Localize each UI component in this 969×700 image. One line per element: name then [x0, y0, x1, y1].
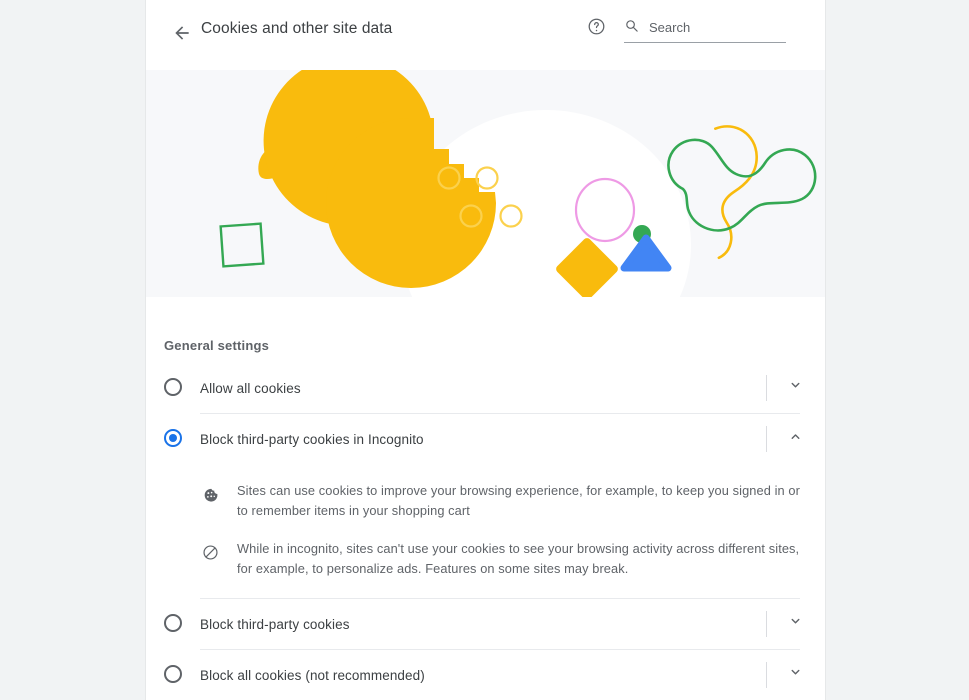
search-input[interactable]	[649, 20, 779, 35]
settings-page: Cookies and other site data Search Gener…	[0, 0, 969, 700]
row-separator	[766, 375, 767, 401]
page-header: Cookies and other site data	[146, 0, 825, 70]
search-icon	[624, 18, 639, 38]
row-separator	[766, 662, 767, 688]
detail-text: While in incognito, sites can't use your…	[237, 541, 800, 576]
chevron-up-icon	[787, 428, 804, 450]
help-button[interactable]	[580, 13, 612, 45]
chevron-down-icon	[787, 377, 804, 399]
row-separator	[766, 611, 767, 637]
detail-item: While in incognito, sites can't use your…	[146, 530, 825, 588]
option-label: Block third-party cookies in Incognito	[200, 431, 424, 447]
illustration-svg	[219, 70, 817, 297]
detail-item: Sites can use cookies to improve your br…	[146, 472, 825, 530]
option-allow-all-cookies[interactable]: Allow all cookies	[146, 363, 825, 413]
radio-dot-icon	[169, 434, 177, 442]
expand-button-allow-all-cookies[interactable]	[779, 372, 811, 404]
section-title: General settings	[164, 338, 270, 353]
option-block-all-cookies[interactable]: Block all cookies (not recommended)	[146, 650, 825, 700]
collapse-button-block-third-party-incognito[interactable]	[779, 423, 811, 455]
radio-allow-all-cookies[interactable]	[164, 378, 184, 398]
radio-block-third-party-incognito[interactable]	[164, 429, 184, 449]
row-separator	[766, 426, 767, 452]
expand-button-block-third-party-cookies[interactable]	[779, 608, 811, 640]
option-label: Block third-party cookies	[200, 616, 350, 632]
page-title: Cookies and other site data	[201, 20, 393, 37]
green-square	[219, 222, 265, 268]
radio-ring-icon	[164, 665, 182, 683]
cookie-icon	[200, 486, 220, 503]
detail-text: Sites can use cookies to improve your br…	[237, 483, 801, 518]
option-label: Allow all cookies	[200, 380, 301, 396]
option-details-block-third-party-incognito: Sites can use cookies to improve your br…	[146, 464, 825, 598]
search-field[interactable]	[624, 13, 786, 43]
block-icon	[200, 544, 220, 561]
general-settings-section: General settings Allow all cookies Block…	[146, 297, 825, 700]
help-circle-icon	[587, 17, 606, 41]
radio-ring-icon	[164, 614, 182, 632]
settings-card: Cookies and other site data Search Gener…	[146, 0, 825, 700]
chevron-down-icon	[787, 613, 804, 635]
radio-ring-icon	[164, 378, 182, 396]
expand-button-block-all-cookies[interactable]	[779, 659, 811, 691]
chevron-down-icon	[787, 664, 804, 686]
radio-block-all-cookies[interactable]	[164, 665, 184, 685]
option-block-third-party-incognito[interactable]: Block third-party cookies in Incognito	[146, 414, 825, 464]
back-button[interactable]	[162, 13, 202, 53]
cookie-illustration	[146, 70, 825, 297]
option-label: Block all cookies (not recommended)	[200, 667, 425, 683]
cookie-options-list: Allow all cookies Block third-party cook…	[146, 363, 825, 700]
arrow-left-icon	[172, 23, 192, 43]
radio-block-third-party-cookies[interactable]	[164, 614, 184, 634]
option-block-third-party-cookies[interactable]: Block third-party cookies	[146, 599, 825, 649]
